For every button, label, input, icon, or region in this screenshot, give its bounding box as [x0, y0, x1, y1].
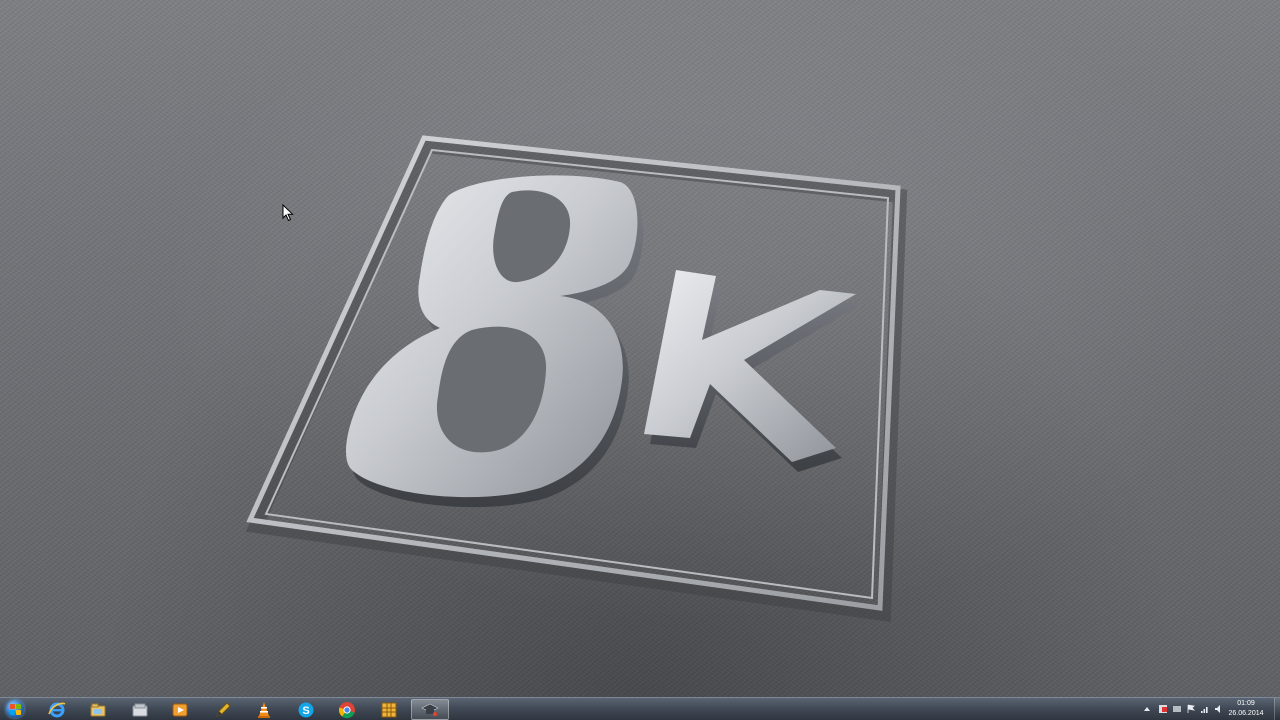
graduation-cap-icon [421, 703, 439, 716]
show-hidden-icons-arrow-icon[interactable] [1142, 704, 1152, 714]
taskbar: S 01:09 26.06.2014 [0, 697, 1280, 720]
taskbar-button-folder[interactable] [121, 699, 159, 720]
taskbar-button-media-player[interactable] [161, 699, 199, 720]
windows-explorer-icon [90, 703, 106, 716]
internet-explorer-icon [48, 702, 66, 717]
vlc-cone-icon [258, 701, 270, 718]
svg-text:S: S [302, 705, 309, 717]
chrome-icon [339, 701, 355, 718]
taskbar-button-active-app[interactable] [411, 699, 449, 720]
media-player-icon [172, 703, 188, 716]
skype-icon: S [298, 702, 314, 717]
network-signal-icon[interactable] [1200, 704, 1210, 714]
windows-start-orb-icon [6, 700, 24, 718]
taskbar-button-windows-explorer[interactable] [79, 699, 117, 720]
wallpaper-8k-logo [245, 135, 908, 623]
tray-app-red-icon[interactable] [1158, 704, 1168, 714]
tray-app-gray-icon[interactable] [1172, 704, 1182, 714]
tray-app-flag-icon[interactable] [1186, 704, 1196, 714]
show-desktop-button[interactable] [1274, 698, 1280, 720]
start-button[interactable] [2, 698, 28, 720]
clock-time: 01:09 [1237, 700, 1255, 707]
pencil-tool-icon [216, 701, 231, 717]
clock-date: 26.06.2014 [1228, 710, 1264, 717]
taskbar-button-tool[interactable] [204, 699, 242, 720]
taskbar-button-chrome[interactable] [328, 699, 366, 720]
logo-glyph-k [644, 270, 862, 472]
taskbar-button-internet-explorer[interactable] [38, 699, 76, 720]
taskbar-button-grid-app[interactable] [370, 699, 408, 720]
folder-icon [132, 703, 148, 716]
mouse-cursor-icon [282, 204, 294, 222]
taskbar-button-skype[interactable]: S [287, 699, 325, 720]
system-tray: 01:09 26.06.2014 [1130, 698, 1280, 720]
taskbar-clock[interactable]: 01:09 26.06.2014 [1220, 699, 1272, 719]
grid-app-icon [381, 702, 397, 717]
desktop[interactable] [0, 0, 1280, 720]
taskbar-button-vlc[interactable] [245, 699, 283, 720]
